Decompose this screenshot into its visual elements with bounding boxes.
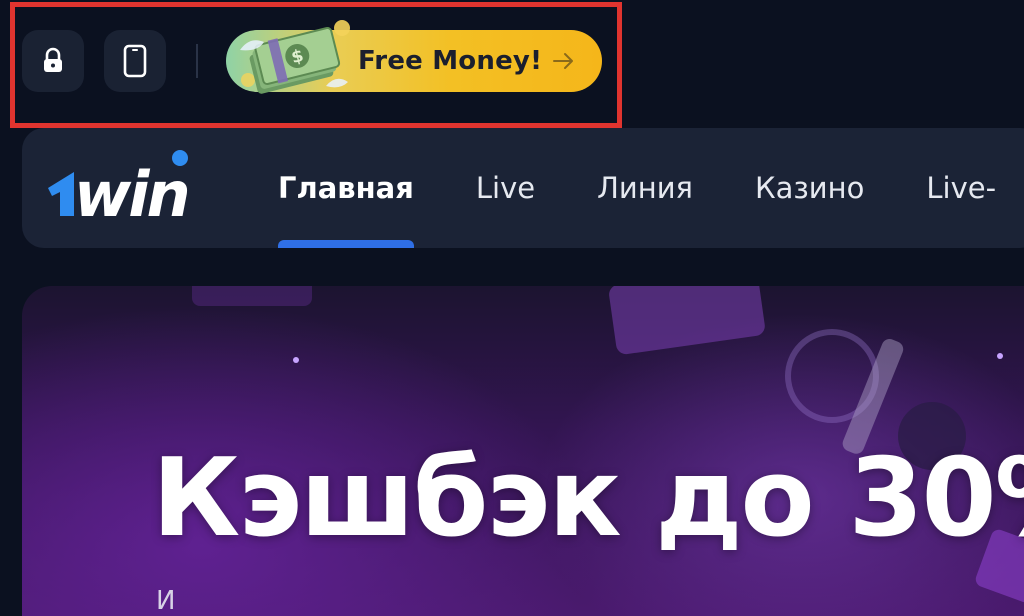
hero-title: Кэшбэк до 30% xyxy=(152,436,1024,561)
main-navbar: win Главная Live Линия Казино Live- xyxy=(22,128,1024,248)
nav-item-label: Казино xyxy=(755,171,865,205)
nav-item-main[interactable]: Главная xyxy=(278,128,414,248)
1win-logo[interactable]: win xyxy=(44,148,240,228)
hero-subtitle: И xyxy=(156,586,176,616)
svg-text:win: win xyxy=(74,158,188,228)
nav-menu: Главная Live Линия Казино Live- xyxy=(278,128,1024,248)
nav-item-label: Live xyxy=(475,171,536,205)
top-utility-bar: $ Free Money! xyxy=(0,0,1024,128)
cashback-hero-banner[interactable]: Кэшбэк до 30% И xyxy=(22,286,1024,616)
nav-item-casino[interactable]: Казино xyxy=(755,128,864,248)
nav-item-label: Live- xyxy=(926,171,997,205)
nav-item-label: Главная xyxy=(278,171,414,205)
nav-item-live[interactable]: Live xyxy=(476,128,535,248)
nav-item-line[interactable]: Линия xyxy=(597,128,693,248)
nav-item-live-games[interactable]: Live- xyxy=(926,128,996,248)
highlight-annotation-box xyxy=(10,2,622,128)
nav-item-label: Линия xyxy=(597,171,694,205)
active-tab-indicator xyxy=(278,240,414,248)
